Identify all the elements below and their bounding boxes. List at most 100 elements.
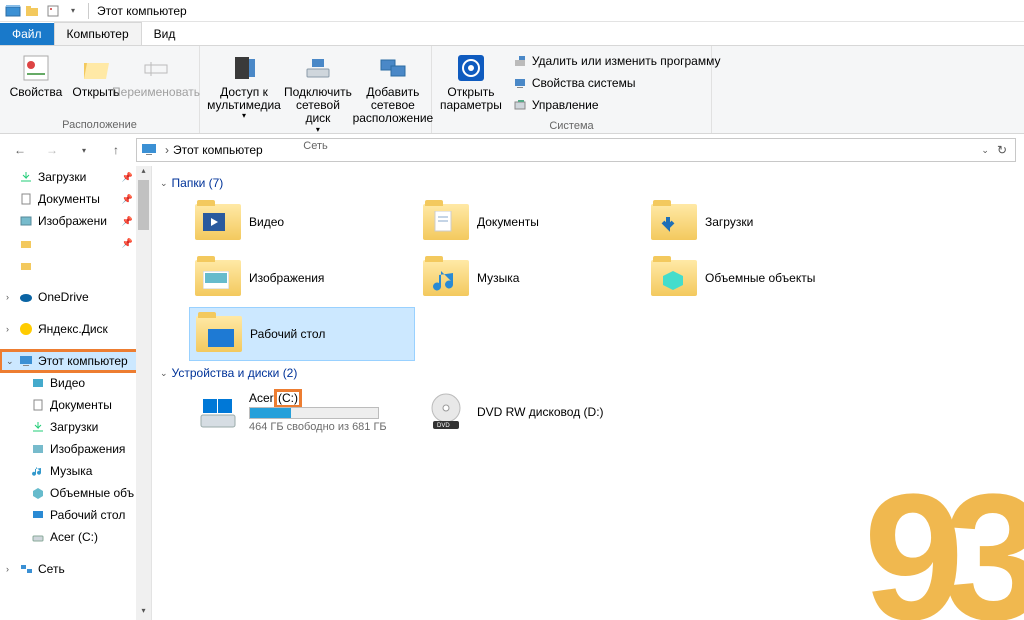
- drive-icon: [30, 529, 46, 545]
- group-system-label: Система: [432, 120, 711, 134]
- media-icon: [228, 52, 260, 84]
- recent-dropdown[interactable]: ▾: [72, 138, 96, 162]
- map-drive-button[interactable]: Подключить сетевой диск▾: [282, 50, 354, 136]
- sidebar-item-onedrive[interactable]: ›OneDrive: [0, 286, 151, 308]
- rename-button: Переименовать: [126, 50, 186, 101]
- documents-folder-icon: [423, 199, 469, 245]
- scroll-down-icon[interactable]: ▾: [136, 606, 151, 620]
- sidebar-item-yandex[interactable]: ›Яндекс.Диск: [0, 318, 151, 340]
- watermark: 93: [864, 486, 1024, 620]
- forward-button[interactable]: →: [40, 138, 64, 162]
- document-icon: [18, 191, 34, 207]
- title-bar: ▾ Этот компьютер: [0, 0, 1024, 22]
- tile-music[interactable]: Музыка: [417, 251, 643, 305]
- scroll-up-icon[interactable]: ▴: [136, 166, 151, 180]
- sidebar-item-documents[interactable]: Документы📌: [0, 188, 151, 210]
- tile-pictures[interactable]: Изображения: [189, 251, 415, 305]
- address-segment[interactable]: Этот компьютер: [173, 143, 263, 157]
- sidebar-item-acer[interactable]: Acer (C:): [0, 526, 151, 548]
- tab-computer[interactable]: Компьютер: [54, 22, 142, 45]
- sidebar-item-pictures[interactable]: Изображени📌: [0, 210, 151, 232]
- sidebar-item-music[interactable]: Музыка: [0, 460, 151, 482]
- map-drive-icon: [302, 52, 334, 84]
- svg-text:DVD: DVD: [437, 423, 450, 429]
- collapse-icon[interactable]: ⌄: [160, 178, 168, 189]
- drive-c-bar: [249, 407, 379, 419]
- drive-c-label: Acer (C:): [249, 391, 387, 405]
- document-icon: [30, 397, 46, 413]
- uninstall-icon: [512, 53, 528, 69]
- 3d-icon: [30, 485, 46, 501]
- up-button[interactable]: ↑: [104, 138, 128, 162]
- section-folders[interactable]: ⌄Папки (7): [152, 172, 1024, 194]
- desktop-folder-icon: [196, 311, 242, 357]
- music-folder-icon: [423, 255, 469, 301]
- tile-desktop[interactable]: Рабочий стол: [189, 307, 415, 361]
- sidebar-item-downloads[interactable]: Загрузки📌: [0, 166, 151, 188]
- system-properties-button[interactable]: Свойства системы: [508, 72, 725, 94]
- properties-icon: [20, 52, 52, 84]
- music-icon: [30, 463, 46, 479]
- qat-props-icon[interactable]: [44, 2, 62, 20]
- sidebar-item-pictures2[interactable]: Изображения: [0, 438, 151, 460]
- add-network-button[interactable]: Добавить сетевое расположение: [354, 50, 432, 128]
- sidebar-item-3d[interactable]: Объемные объ: [0, 482, 151, 504]
- sidebar-item-videos[interactable]: Видео: [0, 372, 151, 394]
- pictures-folder-icon: [195, 255, 241, 301]
- tile-drive-d[interactable]: DVD DVD RW дисковод (D:): [417, 385, 643, 439]
- tile-downloads[interactable]: Загрузки: [645, 195, 871, 249]
- tile-3dobjects[interactable]: Объемные объекты: [645, 251, 871, 305]
- tile-videos[interactable]: Видео: [189, 195, 415, 249]
- ribbon: Свойства Открыть Переименовать Расположе…: [0, 46, 1024, 134]
- address-dropdown-icon[interactable]: ⌄: [981, 145, 989, 156]
- onedrive-icon: [18, 289, 34, 305]
- dvd-icon: DVD: [423, 389, 469, 435]
- expand-icon[interactable]: ⌄: [6, 356, 17, 367]
- sidebar-item-desktop[interactable]: Рабочий стол: [0, 504, 151, 526]
- manage-icon: [512, 97, 528, 113]
- folder-icon: [18, 235, 34, 251]
- sidebar-scrollbar[interactable]: ▴▾: [136, 166, 151, 620]
- downloads-icon: [18, 169, 34, 185]
- open-settings-button[interactable]: Открыть параметры: [438, 50, 504, 114]
- pc-icon: [141, 142, 157, 158]
- sidebar-item-thispc[interactable]: ⌄Этот компьютер: [0, 350, 151, 372]
- pin-icon: 📌: [122, 216, 133, 227]
- refresh-icon[interactable]: ↻: [997, 143, 1007, 157]
- expand-icon[interactable]: ›: [6, 324, 17, 334]
- sidebar-item-documents2[interactable]: Документы: [0, 394, 151, 416]
- tile-documents[interactable]: Документы: [417, 195, 643, 249]
- scroll-thumb[interactable]: [138, 180, 149, 230]
- tab-file[interactable]: Файл: [0, 23, 54, 45]
- pin-icon: 📌: [122, 194, 133, 205]
- address-box[interactable]: › Этот компьютер ⌄ ↻: [136, 138, 1016, 162]
- media-access-button[interactable]: Доступ к мультимедиа▾: [206, 50, 282, 123]
- drive-c-icon: [195, 389, 241, 435]
- collapse-icon[interactable]: ⌄: [160, 368, 168, 379]
- tab-view[interactable]: Вид: [142, 23, 188, 45]
- back-button[interactable]: ←: [8, 138, 32, 162]
- uninstall-button[interactable]: Удалить или изменить программу: [508, 50, 725, 72]
- pictures-icon: [18, 213, 34, 229]
- expand-icon[interactable]: ›: [6, 564, 17, 574]
- drive-c-sub: 464 ГБ свободно из 681 ГБ: [249, 421, 387, 433]
- expand-icon[interactable]: ›: [6, 292, 17, 302]
- properties-button[interactable]: Свойства: [6, 50, 66, 101]
- content-pane: ⌄Папки (7) Видео Документы Загрузки Изоб…: [152, 166, 1024, 620]
- downloads-folder-icon: [651, 199, 697, 245]
- section-drives[interactable]: ⌄Устройства и диски (2): [152, 362, 1024, 384]
- tile-drive-c[interactable]: Acer (C:) 464 ГБ свободно из 681 ГБ: [189, 385, 415, 439]
- settings-icon: [455, 52, 487, 84]
- qat-dropdown-icon[interactable]: ▾: [64, 2, 82, 20]
- sidebar-item-folder[interactable]: 📌: [0, 232, 151, 254]
- window-title: Этот компьютер: [97, 4, 187, 18]
- manage-button[interactable]: Управление: [508, 94, 725, 116]
- qat-folder-icon[interactable]: [24, 2, 42, 20]
- sidebar-item-network[interactable]: ›Сеть: [0, 558, 151, 580]
- navigation-pane: Загрузки📌 Документы📌 Изображени📌 📌 ›OneD…: [0, 166, 152, 620]
- sidebar-item-empty[interactable]: [0, 254, 151, 276]
- sidebar-item-downloads2[interactable]: Загрузки: [0, 416, 151, 438]
- folder-icon: [18, 257, 34, 273]
- address-bar: ← → ▾ ↑ › Этот компьютер ⌄ ↻: [0, 134, 1024, 166]
- chevron-right-icon[interactable]: ›: [165, 143, 169, 157]
